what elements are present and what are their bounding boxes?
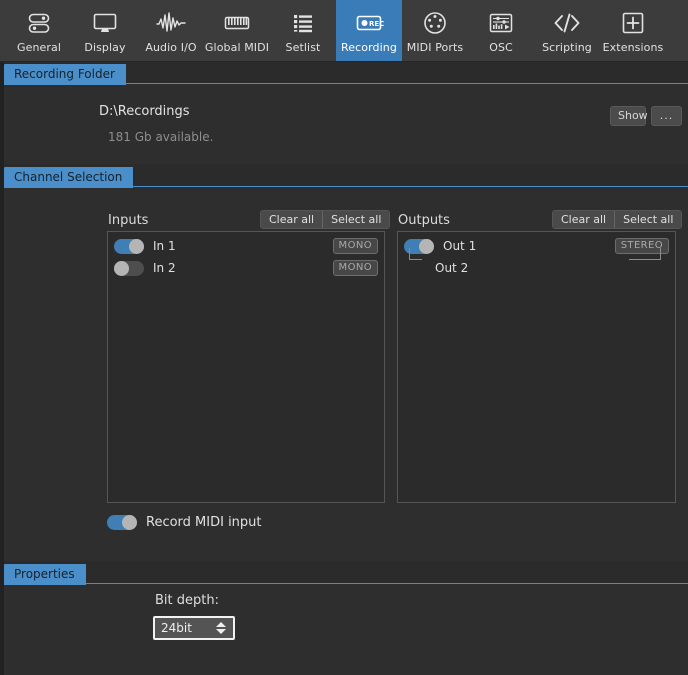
channel-toggle-in1[interactable]: [114, 238, 144, 254]
recording-folder-rule: [4, 83, 688, 84]
outputs-title: Outputs: [398, 213, 450, 228]
outputs-select-buttons: Clear all Select all: [552, 210, 683, 229]
stereo-link-bracket-right-icon: [629, 248, 661, 260]
osc-panel-icon: [487, 9, 515, 37]
inputs-title: Inputs: [108, 213, 149, 228]
section-title: Channel Selection: [4, 167, 134, 188]
sliders-icon: [26, 9, 52, 37]
tab-label: Scripting: [542, 41, 592, 54]
toggle-knob: [129, 238, 144, 254]
section-title: Recording Folder: [4, 64, 126, 85]
bit-depth-label: Bit depth:: [155, 593, 219, 608]
svg-text:REC: REC: [369, 20, 384, 28]
properties-rule: [4, 583, 688, 584]
rec-badge-icon: REC: [354, 9, 384, 37]
tab-label: Setlist: [285, 41, 321, 54]
toggle-knob: [122, 515, 137, 530]
properties-body: [4, 583, 688, 675]
tab-label: Global MIDI: [204, 41, 270, 54]
browse-folder-button[interactable]: ...: [651, 106, 682, 126]
channel-label: Out 2: [435, 261, 469, 275]
tab-scripting[interactable]: Scripting: [534, 0, 600, 61]
monitor-icon: [92, 9, 118, 37]
tab-label: MIDI Ports: [406, 41, 464, 54]
bit-depth-select[interactable]: 24bit: [153, 616, 235, 640]
tab-general[interactable]: General: [6, 0, 72, 61]
settings-toolbar: General Display Audio I/O Global MIDI Se…: [0, 0, 688, 62]
section-title: Properties: [4, 564, 86, 585]
tab-label: General: [16, 41, 62, 54]
preferences-window: General Display Audio I/O Global MIDI Se…: [0, 0, 688, 675]
tab-audio-io[interactable]: Audio I/O: [138, 0, 204, 61]
keyboard-icon: [223, 9, 251, 37]
chevron-updown-icon: [216, 622, 233, 634]
channel-mode-badge[interactable]: MONO: [332, 260, 378, 276]
channel-row-in2[interactable]: In 2 MONO: [108, 257, 384, 279]
midi-din-icon: [422, 9, 448, 37]
inputs-select-buttons: Clear all Select all: [260, 210, 391, 229]
tab-label: Extensions: [602, 41, 664, 54]
tab-label: OSC: [489, 41, 513, 54]
code-icon: [552, 9, 582, 37]
channel-row-in1[interactable]: In 1 MONO: [108, 235, 384, 257]
record-midi-input-row[interactable]: Record MIDI input: [107, 515, 262, 530]
channel-mode-badge[interactable]: MONO: [332, 238, 378, 254]
tab-osc[interactable]: OSC: [468, 0, 534, 61]
outputs-select-all-button[interactable]: Select all: [614, 211, 682, 228]
channel-label: In 1: [153, 239, 176, 253]
disk-space-available: 181 Gb available.: [108, 130, 214, 144]
bit-depth-value: 24bit: [161, 621, 192, 635]
outputs-clear-all-button[interactable]: Clear all: [553, 211, 615, 228]
channel-selection-header: Channel Selection: [4, 166, 134, 188]
tab-label: Display: [84, 41, 126, 54]
tab-setlist[interactable]: Setlist: [270, 0, 336, 61]
channel-row-out2[interactable]: Out 2: [398, 248, 675, 279]
outputs-channel-list: Out 1 STEREO Out 2: [397, 231, 676, 503]
show-folder-button[interactable]: Show: [610, 106, 648, 126]
tab-midi-ports[interactable]: MIDI Ports: [402, 0, 468, 61]
inputs-channel-list: In 1 MONO In 2 MONO: [107, 231, 385, 503]
plus-box-icon: [620, 9, 646, 37]
record-midi-input-label: Record MIDI input: [146, 515, 262, 530]
recording-folder-path: D:\Recordings: [99, 104, 190, 119]
tab-display[interactable]: Display: [72, 0, 138, 61]
channel-selection-rule: [4, 186, 688, 187]
properties-header: Properties: [4, 563, 86, 585]
tab-extensions[interactable]: Extensions: [600, 0, 666, 61]
channel-label: In 2: [153, 261, 176, 275]
toggle-knob: [114, 260, 129, 276]
tab-global-midi[interactable]: Global MIDI: [204, 0, 270, 61]
record-midi-input-toggle[interactable]: [107, 515, 137, 530]
inputs-clear-all-button[interactable]: Clear all: [261, 211, 323, 228]
tab-label: Audio I/O: [145, 41, 197, 54]
tab-label: Recording: [341, 41, 397, 54]
recording-folder-header: Recording Folder: [4, 63, 126, 85]
channel-label: Out 1: [443, 239, 477, 253]
stereo-link-bracket-left-icon: [409, 248, 422, 260]
tab-recording[interactable]: REC Recording: [336, 0, 402, 61]
waveform-icon: [156, 9, 186, 37]
channel-toggle-in2[interactable]: [114, 260, 144, 276]
list-icon: [290, 9, 316, 37]
recording-folder-body: [4, 83, 688, 164]
inputs-select-all-button[interactable]: Select all: [322, 211, 390, 228]
